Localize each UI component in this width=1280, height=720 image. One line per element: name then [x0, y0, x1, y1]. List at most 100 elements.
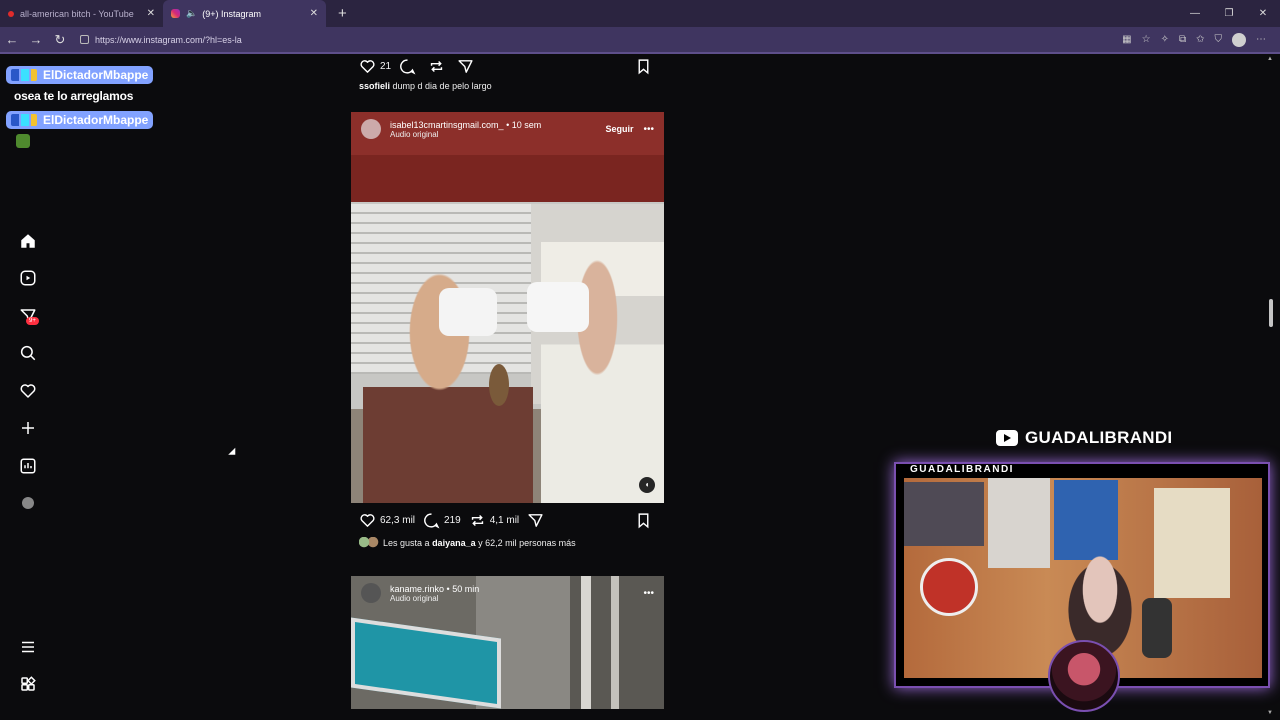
- profile-avatar[interactable]: [1232, 32, 1246, 47]
- caption-text: dump d dia de pelo largo: [392, 81, 492, 91]
- close-window-button[interactable]: ✕: [1246, 0, 1280, 27]
- video-object: [351, 617, 501, 709]
- prev-post-footer: 21 ssofieli dump d dia de pelo largo: [351, 55, 664, 91]
- sidebar-bottom: [18, 628, 38, 703]
- share-button[interactable]: [527, 512, 548, 529]
- caption-username[interactable]: ssofieli: [359, 81, 390, 91]
- menu-icon[interactable]: [18, 628, 38, 666]
- liked-by-suffix[interactable]: y 62,2 mil personas más: [478, 538, 576, 548]
- scroll-down-icon[interactable]: ▼: [1267, 710, 1273, 716]
- avatar[interactable]: [361, 583, 381, 603]
- badge-icons: [11, 114, 37, 126]
- post-actions: 21: [351, 55, 664, 77]
- comment-button[interactable]: [399, 58, 420, 75]
- post-user-info: kaname.rinko • 50 min Audio original: [390, 584, 479, 603]
- close-tab-icon[interactable]: ✕: [147, 8, 155, 19]
- menu-dots-icon[interactable]: ⋯: [1256, 34, 1266, 45]
- video-object: [527, 282, 589, 332]
- shield-icon[interactable]: ⛉: [1215, 34, 1223, 45]
- post-actions: 62,3 mil 219 4,1 mil: [351, 509, 664, 531]
- create-plus-icon[interactable]: [18, 410, 38, 448]
- chat-message: osea te lo arreglamos: [14, 89, 134, 103]
- heart-icon[interactable]: [18, 372, 38, 410]
- speaker-icon[interactable]: 🔈: [186, 8, 197, 19]
- sidebar-nav: 9+: [18, 222, 39, 523]
- poster: [988, 478, 1050, 568]
- restore-button[interactable]: ❐: [1212, 0, 1246, 27]
- post-username[interactable]: kaname.rinko: [390, 584, 444, 594]
- post-audio[interactable]: Audio original: [390, 594, 479, 603]
- repost-button[interactable]: [428, 58, 449, 75]
- comment-button[interactable]: 219: [423, 512, 461, 529]
- badge-icons: [11, 69, 37, 81]
- post-video[interactable]: ◖: [351, 112, 664, 503]
- follow-button[interactable]: Seguir: [605, 124, 633, 134]
- chat-username: ElDictadorMbappe: [43, 68, 149, 82]
- post-time: • 10 sem: [506, 119, 542, 130]
- back-button[interactable]: ←: [0, 32, 24, 47]
- split-screen-icon[interactable]: ⧉: [1179, 34, 1186, 45]
- instagram-icon: [171, 9, 180, 18]
- tab-title: all-american bitch - YouTube: [20, 8, 134, 19]
- post-audio[interactable]: Audio original: [390, 130, 541, 139]
- avatar[interactable]: [361, 119, 381, 139]
- new-tab-button[interactable]: +: [338, 0, 347, 27]
- video-object: [489, 364, 509, 406]
- liked-by-avatars: [359, 537, 379, 548]
- post-username[interactable]: isabel13cmartinsgmail.com_: [390, 120, 504, 130]
- volume-icon[interactable]: ◖: [639, 477, 655, 493]
- scrollbar-thumb[interactable]: [1269, 299, 1273, 327]
- youtube-channel-label: GUADALIBRANDI: [996, 428, 1172, 448]
- minimize-button[interactable]: —: [1178, 0, 1212, 27]
- share-button[interactable]: [457, 58, 478, 75]
- url-text: https://www.instagram.com/?hl=es-la: [95, 34, 242, 45]
- like-count: 21: [380, 60, 392, 72]
- post-card: isabel13cmartinsgmail.com_ • 10 sem Audi…: [351, 112, 664, 503]
- youtube-icon: [8, 10, 14, 17]
- channel-name: GUADALIBRANDI: [1025, 428, 1173, 447]
- chat-username-badge: ElDictadorMbappe: [6, 111, 154, 129]
- post-header: isabel13cmartinsgmail.com_ • 10 sem Audi…: [351, 112, 664, 146]
- like-button[interactable]: 62,3 mil: [359, 512, 415, 529]
- dashboard-icon[interactable]: [18, 447, 38, 485]
- streamer-avatar: [1048, 640, 1120, 712]
- forward-button[interactable]: →: [24, 32, 48, 47]
- site-info-icon[interactable]: [80, 35, 89, 44]
- microphone: [1142, 598, 1172, 658]
- reload-button[interactable]: ↻: [48, 32, 72, 48]
- extensions-toolbar: ▦ ☆ ✧ ⧉ ✩ ⛉ ⋯: [1122, 32, 1266, 47]
- app-icon[interactable]: ▦: [1122, 34, 1131, 45]
- chat-username-badge: ElDictadorMbappe: [6, 66, 154, 84]
- address-bar: ← → ↻ https://www.instagram.com/?hl=es-l…: [0, 27, 1280, 52]
- apps-icon[interactable]: [18, 666, 38, 704]
- messages-icon[interactable]: 9+: [18, 297, 39, 335]
- more-options-icon[interactable]: •••: [643, 124, 654, 135]
- home-icon[interactable]: [18, 222, 38, 260]
- poster: [904, 482, 984, 546]
- post-user-info: isabel13cmartinsgmail.com_ • 10 sem Audi…: [390, 120, 541, 139]
- post-time: • 50 min: [446, 583, 480, 594]
- url-field[interactable]: https://www.instagram.com/?hl=es-la: [80, 30, 1122, 50]
- comment-count: 219: [444, 514, 461, 526]
- repost-button[interactable]: 4,1 mil: [469, 512, 519, 529]
- feed: 21 ssofieli dump d dia de pelo largo isa…: [351, 52, 664, 709]
- liked-by-user[interactable]: daiyana_a: [432, 538, 476, 548]
- window-controls: — ❐ ✕: [1178, 0, 1280, 27]
- save-button[interactable]: [635, 512, 656, 529]
- close-tab-icon[interactable]: ✕: [310, 8, 318, 19]
- tab-instagram[interactable]: 🔈 (9+) Instagram ✕: [163, 0, 326, 27]
- tab-bar: all-american bitch - YouTube ✕ 🔈 (9+) In…: [0, 0, 1280, 27]
- save-button[interactable]: [635, 58, 656, 75]
- favorite-star-icon[interactable]: ☆: [1142, 34, 1151, 45]
- extensions-icon[interactable]: ✧: [1161, 34, 1169, 45]
- favorites-icon[interactable]: ✩: [1196, 34, 1204, 45]
- search-icon[interactable]: [18, 335, 38, 373]
- like-button[interactable]: 21: [359, 58, 391, 75]
- scroll-up-icon[interactable]: ▲: [1267, 56, 1273, 62]
- more-options-icon[interactable]: •••: [643, 588, 654, 599]
- reels-icon[interactable]: [18, 260, 38, 298]
- repost-count: 4,1 mil: [489, 514, 520, 526]
- tab-youtube[interactable]: all-american bitch - YouTube ✕: [0, 0, 163, 27]
- profile-avatar-icon[interactable]: [18, 485, 38, 523]
- webcam-title: GUADALIBRANDI: [904, 464, 1020, 478]
